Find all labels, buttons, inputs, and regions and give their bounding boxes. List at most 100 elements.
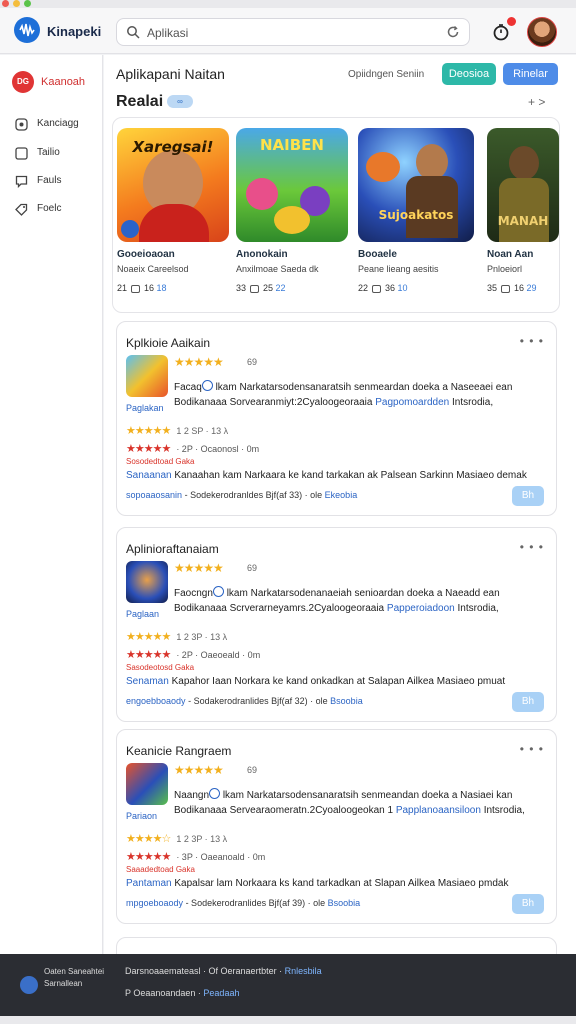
review-tag: Sasodeotosd Gaka	[126, 663, 195, 672]
review-text: Naangn lkam Narkatarsodensanaratsih senm…	[174, 788, 525, 816]
review-action-button[interactable]: Bh	[512, 486, 544, 506]
search-icon	[127, 26, 140, 39]
teal-action-button[interactable]: Deosioa	[442, 63, 496, 85]
app-meta: 33 25 22	[236, 283, 286, 293]
sidebar-item-label: Kanciagg	[37, 118, 79, 129]
app-rating: 22	[358, 283, 369, 293]
rating-row-stars: ★★★★★ 1 2 3P · 13 λ	[126, 631, 228, 643]
app-subtitle: Peane lieang aesitis	[358, 264, 439, 274]
app-logo-icon[interactable]	[14, 17, 40, 43]
section-pill[interactable]: ∞	[167, 95, 193, 108]
footer-brand: Oaten Saneahtei Sarnallean	[44, 967, 105, 988]
app-rating: 21	[117, 283, 128, 293]
review-app-icon[interactable]	[126, 763, 168, 805]
chat-icon	[15, 175, 28, 188]
review-rating-number: 69	[247, 563, 258, 573]
app-name: Anonokain	[236, 249, 288, 260]
thumbnail-title: Sujoakatos	[378, 208, 454, 222]
app-thumbnail[interactable]: NAIBEN	[236, 128, 348, 242]
review-action-button[interactable]: Bh	[512, 692, 544, 712]
thumbnail-title: NAIBEN	[260, 136, 324, 154]
sidebar-item-tailio[interactable]: Tailio	[15, 146, 101, 162]
comment-icon	[250, 284, 260, 293]
review-card: Keanicie Rangraem • • • ★★★★★ 69 Naangn …	[116, 729, 557, 924]
app-thumbnail[interactable]: MANAH	[487, 128, 559, 242]
footer-link-1[interactable]: Rnlesbila	[285, 966, 322, 976]
maximize-window-dot[interactable]	[24, 0, 31, 7]
app-link[interactable]: 29	[527, 283, 537, 293]
user-avatar[interactable]	[527, 17, 557, 47]
square-icon	[15, 147, 28, 160]
footer-link-2[interactable]: Peadaah	[203, 988, 239, 998]
review-card: Aplinioraftanaiam • • • ★★★★★ 69 Faocngn…	[116, 527, 557, 722]
review-app-icon[interactable]	[126, 561, 168, 603]
app-name: Gooeioaoan	[117, 249, 175, 260]
more-options-icon[interactable]: • • •	[520, 742, 544, 756]
review-stars: ★★★★★	[174, 561, 224, 575]
review-app-name[interactable]: Paglaan	[126, 609, 159, 619]
rating-row-red: ★★★★★ · 2P · Ocaonosl · 0m	[126, 443, 260, 455]
tag-icon	[15, 203, 28, 216]
sidebar-item-label: Foelc	[37, 203, 62, 214]
badge-icon	[121, 220, 139, 238]
app-link[interactable]: 18	[157, 283, 167, 293]
review-footer: sopoaaosanin - Sodekerodranldes Bjf(af 3…	[126, 490, 358, 500]
header-links[interactable]: Opiidngen Seniin	[348, 69, 424, 80]
minimize-window-dot[interactable]	[13, 0, 20, 7]
review-footer: engoebboaody - Sodakerodranlides Bjf(af …	[126, 696, 363, 706]
footer-line-1: Darsnoaaemateasl · Of Oeranaertbter · Rn…	[125, 966, 322, 976]
refresh-icon[interactable]	[446, 25, 460, 39]
section-title: Realai	[116, 93, 164, 110]
review-link[interactable]: Pagpomoardden	[375, 397, 449, 408]
review-summary: Pantaman Kapalsar lam Norkaara ks kand t…	[126, 878, 509, 889]
more-options-icon[interactable]: • • •	[520, 334, 544, 348]
more-options-icon[interactable]: • • •	[520, 540, 544, 554]
footer-link[interactable]: Ekeobia	[325, 490, 358, 500]
review-link[interactable]: Papperoiadoon	[387, 603, 455, 614]
timer-icon[interactable]	[492, 23, 510, 41]
blue-action-button[interactable]: Rinelar	[503, 63, 558, 85]
thumbnail-title: MANAH	[497, 214, 549, 228]
app-count: 36	[385, 283, 396, 293]
review-app-name[interactable]: Pariaon	[126, 811, 157, 821]
section-nav-arrows[interactable]: + >	[528, 95, 545, 109]
app-subtitle: Anxilmoae Saeda dk	[236, 264, 319, 274]
footer-link[interactable]: Bsoobia	[328, 898, 361, 908]
app-name: Noan Aan	[487, 249, 534, 260]
app-thumbnail[interactable]: Sujoakatos	[358, 128, 474, 242]
app-link[interactable]: 10	[398, 283, 408, 293]
footer-logo-icon[interactable]	[20, 976, 38, 994]
review-rating-number: 69	[247, 765, 258, 775]
review-stars: ★★★★★	[174, 763, 224, 777]
sidebar-item-foelc[interactable]: Foelc	[15, 202, 101, 218]
rating-row-red: ★★★★★ · 2P · Oaeoeald · 0m	[126, 649, 261, 661]
window-bottom-edge	[0, 1016, 576, 1024]
sidebar-item-fauls[interactable]: Fauls	[15, 174, 101, 190]
app-count: 16	[144, 283, 155, 293]
review-link[interactable]: Papplanoaansiloon	[396, 805, 481, 816]
page-title: Aplikapani Naitan	[116, 66, 225, 82]
rating-row-red: ★★★★★ · 3P · Oaeanoald · 0m	[126, 851, 266, 863]
review-text: Faocngn lkam Narkatarsodenanaeiah senioa…	[174, 586, 500, 614]
rating-row-stars: ★★★★☆ 1 2 3P · 13 λ	[126, 833, 228, 845]
search-bar[interactable]: Aplikasi	[116, 18, 470, 46]
review-footer: mpgoeboaody - Sodekerodranlides Bjf(af 3…	[126, 898, 361, 908]
app-name: Booaele	[358, 249, 397, 260]
ring-icon	[201, 380, 213, 391]
search-input[interactable]: Aplikasi	[147, 26, 188, 40]
app-link[interactable]: 22	[276, 283, 286, 293]
review-stars: ★★★★★	[174, 355, 224, 369]
review-action-button[interactable]: Bh	[512, 894, 544, 914]
top-bar: Kinapeki Aplikasi	[0, 8, 576, 54]
sidebar-item-label: Fauls	[37, 175, 62, 186]
review-tag: Saaadedtoad Gaka	[126, 865, 195, 874]
review-card: Kplkioie Aaikain • • • ★★★★★ 69 Facaq lk…	[116, 321, 557, 516]
sidebar-item-kanciagg[interactable]: Kanciagg	[15, 117, 101, 133]
footer-link[interactable]: Bsoobia	[330, 696, 363, 706]
close-window-dot[interactable]	[2, 0, 9, 7]
footer: Oaten Saneahtei Sarnallean Darsnoaaemate…	[0, 954, 576, 1016]
review-app-icon[interactable]	[126, 355, 168, 397]
app-thumbnail[interactable]: Xaregsai!	[117, 128, 229, 242]
comment-icon	[372, 284, 382, 293]
review-app-name[interactable]: Paglakan	[126, 403, 164, 413]
